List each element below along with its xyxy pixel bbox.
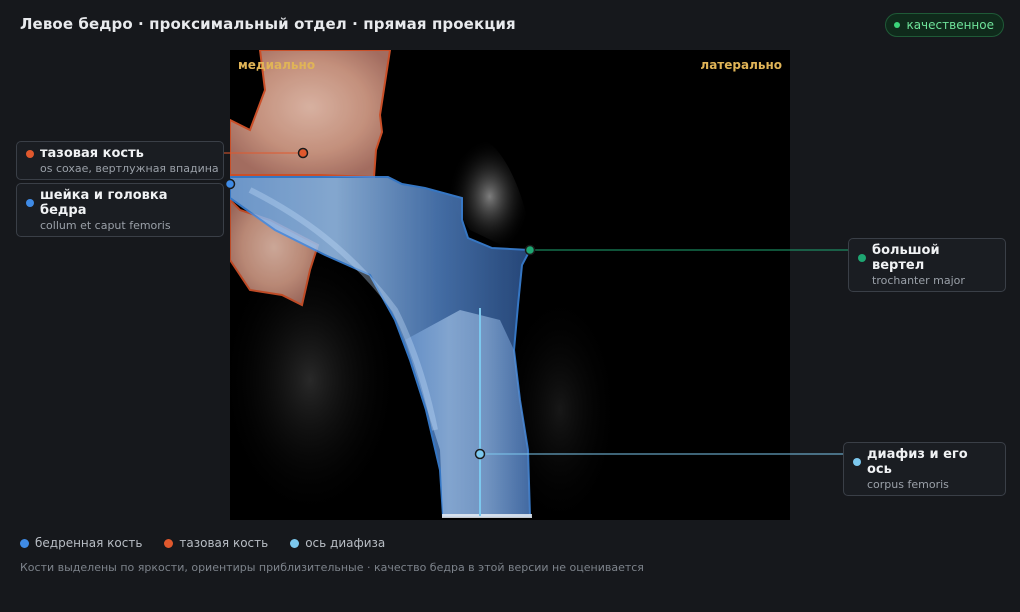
- callout-shaft-latin: corpus femoris: [867, 478, 949, 491]
- callout-neck-head[interactable]: шейка и головка бедра collum et caput fe…: [16, 183, 224, 237]
- callout-trochanter-name: большой вертел: [872, 243, 940, 273]
- callout-trochanter-latin: trochanter major: [872, 274, 965, 287]
- quality-badge-label: качественное: [906, 18, 994, 32]
- callout-shaft-name: диафиз и его ось: [867, 447, 968, 477]
- trochanter-dot-icon: [858, 254, 866, 262]
- legend: бедренная кость тазовая кость ось диафиз…: [20, 536, 385, 550]
- femur-legend-dot-icon: [20, 538, 29, 548]
- pelvis-dot-icon: [26, 149, 34, 158]
- legend-item-axis: ось диафиза: [290, 536, 385, 550]
- page-title: Левое бедро · проксимальный отдел · прям…: [20, 15, 516, 33]
- footnote: Кости выделены по яркости, ориентиры при…: [20, 561, 644, 574]
- axis-legend-dot-icon: [290, 538, 300, 548]
- xray-image: [230, 50, 620, 520]
- status-dot-icon: [894, 22, 901, 28]
- pelvis-legend-dot-icon: [164, 538, 174, 548]
- orientation-lateral-label: латерально: [700, 58, 782, 72]
- callout-neck-head-latin: collum et caput femoris: [40, 219, 171, 232]
- xray-viewer[interactable]: медиально латерально: [230, 50, 790, 520]
- callout-trochanter[interactable]: большой вертел trochanter major: [848, 238, 1006, 292]
- quality-badge: качественное: [885, 13, 1004, 37]
- legend-item-femur: бедренная кость: [20, 536, 142, 550]
- callout-pelvis-name: тазовая кость: [40, 146, 144, 161]
- callout-pelvis[interactable]: тазовая кость os coxae, вертлужная впади…: [16, 141, 224, 180]
- legend-femur-label: бедренная кость: [35, 536, 143, 550]
- neck-head-dot-icon: [26, 199, 34, 207]
- legend-axis-label: ось диафиза: [305, 536, 386, 550]
- legend-pelvis-label: тазовая кость: [179, 536, 269, 550]
- legend-item-pelvis: тазовая кость: [164, 536, 268, 550]
- callout-neck-head-name: шейка и головка бедра: [40, 188, 168, 218]
- callout-shaft[interactable]: диафиз и его ось corpus femoris: [843, 442, 1006, 496]
- callout-pelvis-latin: os coxae, вертлужная впадина: [40, 162, 219, 175]
- shaft-dot-icon: [853, 458, 861, 466]
- orientation-medial-label: медиально: [238, 58, 316, 72]
